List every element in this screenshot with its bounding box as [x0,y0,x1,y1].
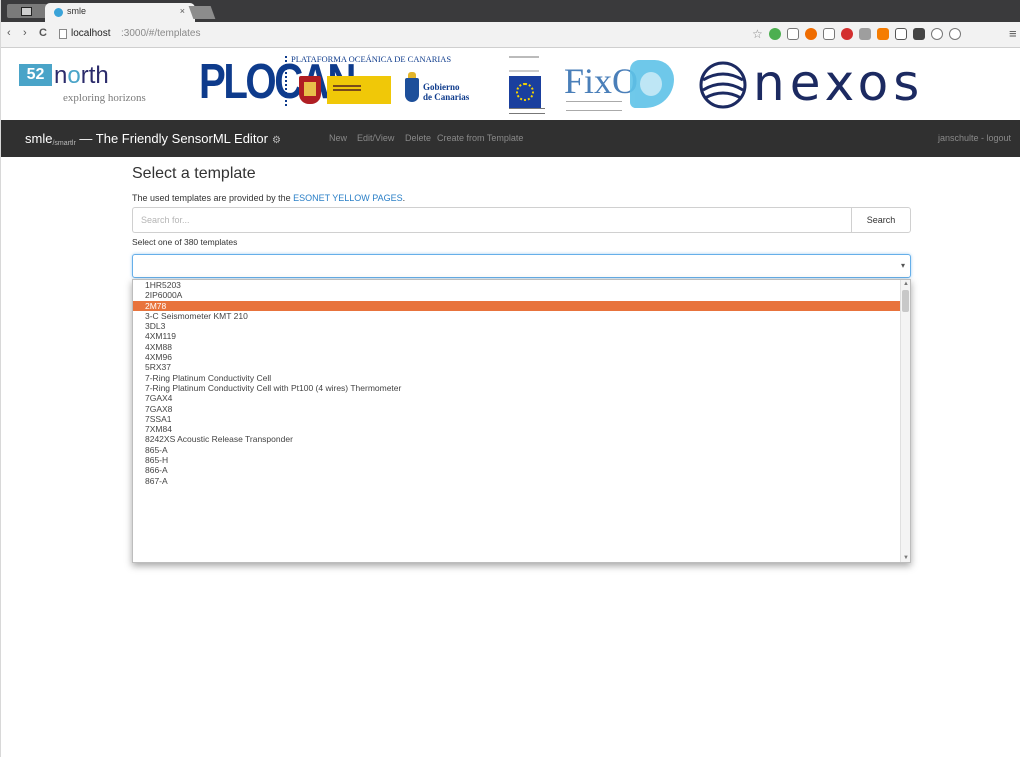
app-brand[interactable]: smle/smartlr — The Friendly SensorML Edi… [25,131,281,147]
eu-caption [509,108,545,114]
scrollbar-thumb[interactable] [902,290,909,312]
url-path: :3000/#/templates [121,28,201,39]
52north-tagline: exploring horizons [63,92,146,104]
esonet-yellow-pages-link[interactable]: ESONET YELLOW PAGES [293,193,403,203]
forward-icon[interactable]: › [23,27,27,39]
nav-delete[interactable]: Delete [405,133,431,143]
template-option[interactable]: 5RX37 [133,362,901,372]
extension-dark-icon[interactable] [913,28,925,40]
user-logout-link[interactable]: janschulte - logout [938,133,1011,143]
browser-menu-icon[interactable]: ≡ [1009,26,1017,41]
template-option[interactable]: 8242XS Acoustic Release Transponder [133,434,901,444]
fixo3-logo: FixO [552,56,676,112]
template-option[interactable]: 7SSA1 [133,414,901,424]
template-option[interactable]: 865-A [133,445,901,455]
template-option[interactable]: 866-A [133,465,901,475]
scroll-down-icon[interactable]: ▼ [903,555,909,561]
tab-close-icon[interactable]: × [180,6,185,16]
url-host: localhost [71,28,111,39]
scroll-up-icon[interactable]: ▲ [903,281,909,287]
nav-edit-view[interactable]: Edit/View [357,133,394,143]
template-option[interactable]: 3DL3 [133,321,901,331]
extension-square-icon[interactable] [823,28,835,40]
nexos-logo: nexos [753,54,925,112]
template-option[interactable]: 4XM96 [133,352,901,362]
template-option[interactable]: 4XM119 [133,331,901,341]
template-option[interactable]: 7XM84 [133,424,901,434]
back-icon[interactable]: ‹ [7,27,11,39]
settings-gear-icon[interactable]: ⚙ [272,135,281,146]
list-scrollbar[interactable]: ▲ ▼ [900,280,910,562]
eu-header-mark [509,56,539,72]
templates-source-text: The used templates are provided by the E… [132,193,406,203]
browser-tab-bar: smle × [1,0,1020,22]
extension-red-icon[interactable] [841,28,853,40]
page-icon [59,29,67,39]
nexos-globe-icon [699,61,747,109]
template-option[interactable]: 4XM88 [133,342,901,352]
favicon-icon [54,8,63,17]
template-option[interactable]: 3-C Seismometer KMT 210 [133,311,901,321]
52north-logo: 52 north exploring horizons [19,60,181,110]
spain-coat-of-arms-icon [299,76,321,104]
new-tab-button[interactable] [188,6,216,19]
plocan-tagline: PLATAFORMA OCEÁNICA DE CANARIAS [291,54,452,64]
template-option[interactable]: 1HR5203 [133,280,901,290]
template-option[interactable]: 865-H [133,455,901,465]
template-select[interactable]: ▾ [132,254,911,278]
browser-window: smle × ‹ › C localhost :3000/#/templates… [0,0,1020,757]
nav-create-from-template[interactable]: Create from Template [437,133,523,143]
canarias-crest-icon [405,72,419,102]
chevron-down-icon: ▾ [900,261,905,270]
page-title: Select a template [132,165,256,182]
search-button[interactable]: Search [851,207,911,233]
template-option[interactable]: 7GAX8 [133,404,901,414]
partner-logos-banner: 52 north exploring horizons PLOCAN PLATA… [1,48,1020,120]
extension-shield-icon[interactable] [931,28,943,40]
eu-flag-icon [509,76,541,108]
extension-circle-icon[interactable] [949,28,961,40]
app-navbar: smle/smartlr — The Friendly SensorML Edi… [1,120,1020,157]
window-menu-icon[interactable] [7,4,47,18]
selected-template-option[interactable]: 2M78 [133,300,901,311]
plocan-divider [285,56,287,106]
options-container: 1HR5203 2IP6000A 2M78 3-C Seismometer KMT 2… [133,280,901,486]
template-search-group: Search [132,207,911,233]
nav-new[interactable]: New [329,133,347,143]
template-option[interactable]: 7-Ring Platinum Conductivity Cell with P… [133,383,901,393]
reload-icon[interactable]: C [39,27,47,39]
template-options-list[interactable]: 1HR5203 2IP6000A 2M78 3-C Seismometer KMT 2… [132,279,911,563]
bookmark-star-icon[interactable]: ☆ [752,27,763,41]
browser-tab[interactable]: smle × [45,3,195,22]
template-option[interactable]: 7-Ring Platinum Conductivity Cell [133,373,901,383]
template-count-label: Select one of 380 templates [132,237,238,247]
extension-green-icon[interactable] [769,28,781,40]
spain-government-logo [297,72,393,108]
extension-gray-icon[interactable] [859,28,871,40]
template-option[interactable]: 867-A [133,476,901,486]
template-option[interactable]: 7GAX4 [133,393,901,403]
template-option[interactable]: 2IP6000A [133,290,901,300]
extension-orange-icon[interactable] [805,28,817,40]
extension-rss-icon[interactable] [877,28,889,40]
address-bar[interactable]: localhost :3000/#/templates [57,26,747,43]
extension-box-icon[interactable] [895,28,907,40]
browser-toolbar: ‹ › C localhost :3000/#/templates ☆ ≡ [1,22,1020,48]
fixo3-swirl-icon [630,60,674,108]
extension-house-icon[interactable] [787,28,799,40]
tab-title: smle [67,6,87,16]
template-search-input[interactable] [132,207,851,233]
canarias-government-logo: Gobierno de Canarias [405,72,495,108]
